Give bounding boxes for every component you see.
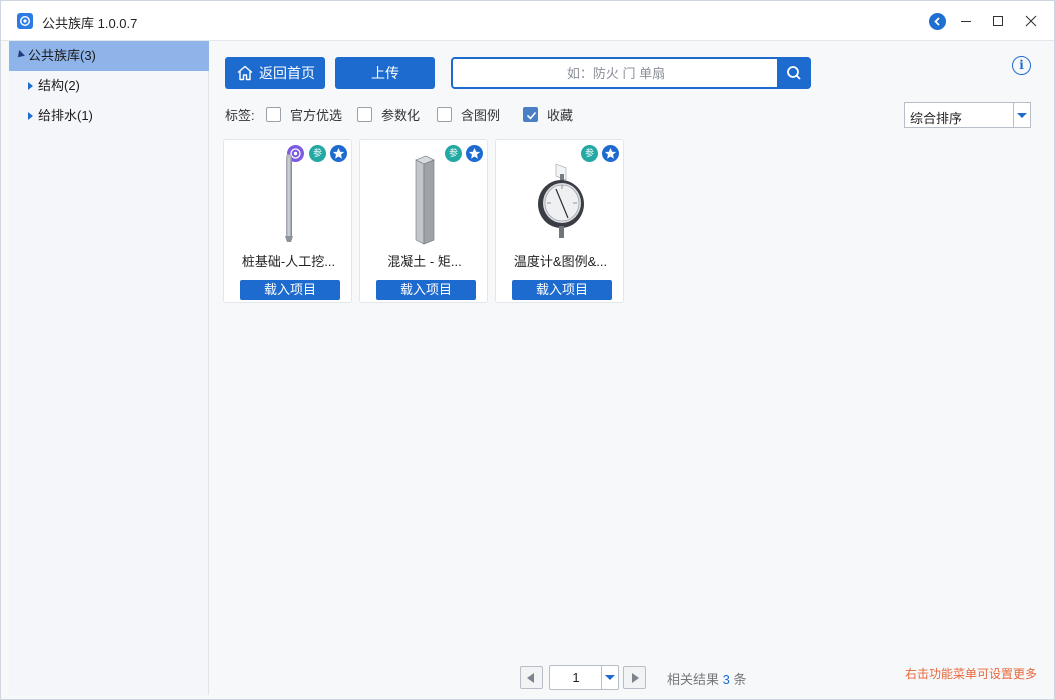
parametric-badge: 参 xyxy=(581,145,598,162)
chevron-down-icon[interactable] xyxy=(601,666,618,689)
load-to-project-button[interactable]: 载入项目 xyxy=(376,280,476,300)
app-logo-icon xyxy=(17,13,33,29)
result-suffix: 条 xyxy=(733,672,747,687)
search-button[interactable] xyxy=(777,57,811,89)
parametric-badge: 参 xyxy=(309,145,326,162)
parametric-badge: 参 xyxy=(445,145,462,162)
back-circle-icon[interactable] xyxy=(929,13,946,30)
load-to-project-button[interactable]: 载入项目 xyxy=(240,280,340,300)
tree-root-item[interactable]: 公共族库(3) xyxy=(9,41,209,71)
page-select[interactable]: 1 xyxy=(549,665,619,690)
concrete-column-thumbnail xyxy=(415,155,435,245)
tag-label-parametric[interactable]: 参数化 xyxy=(381,105,420,124)
tag-checkbox-favorite[interactable] xyxy=(523,107,538,122)
tag-filter-label: 标签: xyxy=(225,108,255,123)
current-page: 1 xyxy=(572,670,580,685)
search-input[interactable] xyxy=(455,61,777,85)
family-card[interactable]: 参 温度计&图例&... 载入项目 xyxy=(495,139,624,303)
prev-page-button[interactable] xyxy=(520,666,543,689)
search-box xyxy=(451,57,811,89)
check-icon xyxy=(526,111,537,120)
collapsed-arrow-icon[interactable] xyxy=(28,82,33,90)
result-count: 3 xyxy=(722,672,730,687)
pile-foundation-thumbnail xyxy=(285,154,293,242)
family-card[interactable]: 参 混凝土 - 矩... 载入项目 xyxy=(359,139,488,303)
star-icon[interactable] xyxy=(330,145,347,162)
sort-dropdown[interactable]: 综合排序 xyxy=(904,102,1031,128)
close-icon[interactable] xyxy=(1021,11,1041,31)
tree-item-label: 给排水(1) xyxy=(38,108,93,123)
result-prefix: 相关结果 xyxy=(667,672,720,687)
tree-item-structure[interactable]: 结构(2) xyxy=(9,71,209,101)
family-card-name: 桩基础-人工挖... xyxy=(241,254,336,269)
category-tree: 公共族库(3) 结构(2) 给排水(1) xyxy=(9,41,209,695)
tag-checkbox-legend[interactable] xyxy=(437,107,452,122)
window-title: 公共族库 1.0.0.7 xyxy=(42,16,138,31)
home-icon xyxy=(237,65,253,81)
tag-checkbox-parametric[interactable] xyxy=(357,107,372,122)
family-card-name: 温度计&图例&... xyxy=(513,254,608,269)
load-to-project-button[interactable]: 载入项目 xyxy=(512,280,612,300)
tag-label-legend[interactable]: 含图例 xyxy=(461,105,500,124)
result-count-text: 相关结果 3 条 xyxy=(667,669,747,688)
sort-selected-value: 综合排序 xyxy=(910,111,963,126)
tag-checkbox-official[interactable] xyxy=(266,107,281,122)
next-page-button[interactable] xyxy=(623,666,646,689)
tree-item-plumbing[interactable]: 给排水(1) xyxy=(9,101,209,131)
home-button-label: 返回首页 xyxy=(259,65,315,81)
title-bar: 公共族库 1.0.0.7 xyxy=(1,1,1054,41)
collapsed-arrow-icon[interactable] xyxy=(28,112,33,120)
expanded-arrow-icon[interactable] xyxy=(15,50,25,60)
family-card-name: 混凝土 - 矩... xyxy=(387,254,462,269)
star-icon[interactable] xyxy=(602,145,619,162)
minimize-icon[interactable] xyxy=(956,11,976,31)
family-card[interactable]: 参 桩基础-人工挖... 载入项目 xyxy=(223,139,352,303)
thermometer-thumbnail xyxy=(538,163,584,238)
chevron-down-icon[interactable] xyxy=(1013,103,1030,127)
tag-label-favorite[interactable]: 收藏 xyxy=(547,105,573,124)
info-icon[interactable]: i xyxy=(1012,56,1031,75)
tree-root-label: 公共族库(3) xyxy=(28,48,96,63)
search-icon xyxy=(787,66,801,80)
tree-item-label: 结构(2) xyxy=(38,78,80,93)
star-icon[interactable] xyxy=(466,145,483,162)
home-button[interactable]: 返回首页 xyxy=(225,57,325,89)
context-menu-hint: 右击功能菜单可设置更多 xyxy=(905,667,1038,681)
main-window: 公共族库 1.0.0.7 公共族库(3) 结构(2) 给排水(1) 返回首页 上… xyxy=(0,0,1055,700)
maximize-icon[interactable] xyxy=(988,11,1008,31)
tag-label-official[interactable]: 官方优选 xyxy=(290,105,342,124)
upload-button[interactable]: 上传 xyxy=(335,57,435,89)
